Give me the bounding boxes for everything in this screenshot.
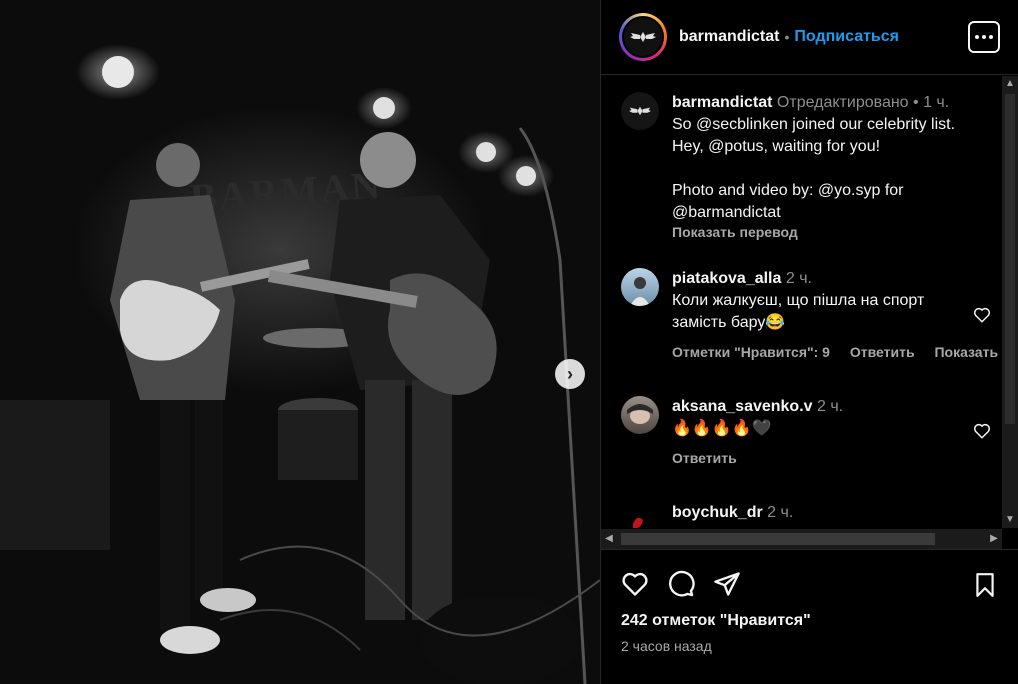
comments-vertical-scrollbar[interactable]: ▲ ▼ (1002, 76, 1018, 528)
show-translation-link[interactable]: Показать перевод (672, 224, 1001, 240)
separator-dot: • (784, 29, 790, 45)
comment-item: piatakova_alla 2 ч. Коли жалкуєш, що піш… (621, 268, 1005, 360)
scroll-right-arrow-icon[interactable]: ▶ (986, 529, 1002, 549)
caption-line: Hey, @potus, waiting for you! (672, 138, 881, 155)
scroll-up-arrow-icon[interactable]: ▲ (1002, 76, 1018, 92)
post-photo: BARMAN › (0, 0, 600, 684)
comment-text: 🔥🔥🔥🔥🖤 (672, 420, 772, 437)
comment-text: Коли жалкуєш, що пішла на спорт замість … (672, 292, 925, 331)
heart-icon[interactable] (973, 422, 991, 440)
comment-meta: Отредактировано • 1 ч. (776, 94, 950, 111)
scrollbar-thumb[interactable] (1005, 94, 1015, 424)
person-photo-icon (630, 277, 650, 306)
reply-button[interactable]: Ответить (672, 450, 737, 466)
post-footer: 242 отметок "Нравится" 2 часов назад (601, 549, 1018, 684)
comment-icon[interactable] (667, 570, 695, 598)
comments-horizontal-scrollbar[interactable]: ◀ ▶ (601, 529, 1002, 549)
author-avatar[interactable] (619, 13, 667, 61)
heart-icon[interactable] (973, 306, 991, 324)
heart-icon[interactable] (621, 570, 649, 598)
commenter-avatar[interactable] (621, 268, 659, 306)
paper-plane-icon[interactable] (713, 570, 741, 598)
photo-illustration (0, 56, 600, 684)
commenter-avatar[interactable] (621, 396, 659, 434)
post-header: barmandictat • Подписаться (601, 0, 1018, 75)
scroll-left-arrow-icon[interactable]: ◀ (601, 529, 617, 549)
comments-list: barmandictat Отредактировано • 1 ч. So @… (601, 76, 1005, 528)
rose-icon (633, 517, 643, 528)
chevron-right-icon: › (567, 363, 573, 384)
caption-comment: barmandictat Отредактировано • 1 ч. So @… (621, 92, 1001, 240)
next-photo-button[interactable]: › (555, 359, 585, 389)
bookmark-icon[interactable] (972, 571, 998, 599)
post-actions (621, 570, 741, 598)
likes-count-link[interactable]: Отметки "Нравится": 9 (672, 344, 830, 360)
winged-logo-icon (629, 106, 651, 116)
likes-count[interactable]: 242 отметок "Нравится" (621, 612, 811, 630)
comment-item: boychuk_dr 2 ч. (621, 502, 1001, 528)
scrollbar-thumb[interactable] (621, 533, 935, 545)
comment-username[interactable]: aksana_savenko.v (672, 398, 813, 415)
follow-button[interactable]: Подписаться (794, 28, 899, 46)
comment-username[interactable]: barmandictat (672, 94, 772, 111)
reply-button[interactable]: Ответить (850, 344, 915, 360)
more-icon (975, 35, 979, 39)
commenter-avatar[interactable] (621, 92, 659, 130)
caption-line: Photo and video by: @yo.syp for (672, 182, 904, 199)
comment-meta: 2 ч. (785, 270, 812, 287)
comment-item: aksana_savenko.v 2 ч. 🔥🔥🔥🔥🖤 Ответить (621, 396, 1001, 466)
caption-line: So @secblinken joined our celebrity list… (672, 116, 956, 133)
winged-logo-icon (630, 32, 656, 42)
comment-meta: 2 ч. (817, 398, 844, 415)
caption-line: @barmandictat (672, 204, 781, 221)
comment-meta: 2 ч. (767, 504, 794, 521)
show-translation-link[interactable]: Показать перевод (934, 344, 1005, 360)
caption-line (672, 158, 1001, 180)
commenter-avatar[interactable] (621, 502, 659, 528)
more-options-button[interactable] (968, 21, 1000, 53)
scroll-down-arrow-icon[interactable]: ▼ (1002, 512, 1018, 528)
comment-username[interactable]: boychuk_dr (672, 504, 763, 521)
comment-username[interactable]: piatakova_alla (672, 270, 781, 287)
person-photo-icon (627, 404, 653, 424)
post-timestamp[interactable]: 2 часов назад (621, 638, 712, 654)
author-username[interactable]: barmandictat (679, 28, 779, 46)
